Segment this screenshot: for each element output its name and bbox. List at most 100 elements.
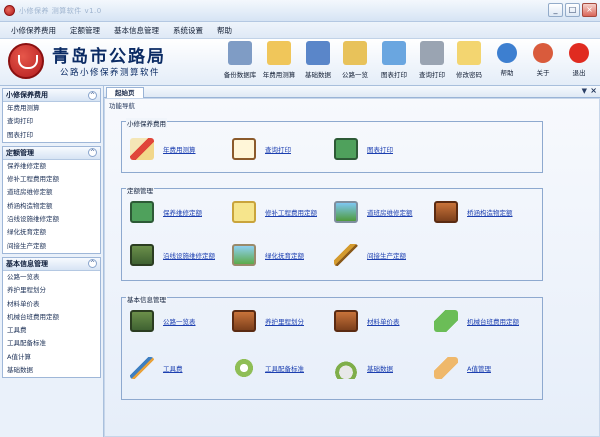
minimize-button[interactable]: _ [548,3,563,17]
tool-basic-data-button[interactable]: 基础数据 [297,41,339,79]
sidebar-item[interactable]: 基础数据 [3,364,100,377]
entry-a-value[interactable]: A值管理 [434,357,491,379]
sidebar-group-quota: 定额管理 ^ 保养维修定额 修补工程费用定额 道班房维修定额 桥涵构造物定额 沿… [2,145,101,254]
entry-mileage-division[interactable]: 养护里程划分 [232,310,304,332]
sidebar-group-maintenance: 小修保养费用 ^ 年费用测算 查询打印 图表打印 [2,88,101,143]
entry-label[interactable]: 工具费 [163,363,183,373]
tab-list-arrow-icon[interactable]: ▼ [582,87,587,95]
menu-help[interactable]: 帮助 [210,25,239,36]
tool-chart-print-button[interactable]: 图表打印 [373,41,415,79]
tool-label: 年费用测算 [262,71,296,79]
entry-basic-data[interactable]: 基础数据 [334,357,393,379]
sidebar-item[interactable]: 修补工程费用定额 [3,173,100,186]
sidebar-group-header[interactable]: 小修保养费用 ^ [3,89,100,102]
collapse-icon[interactable]: ^ [88,259,97,269]
tool-query-print-button[interactable]: 查询打印 [411,41,453,79]
menu-system-settings[interactable]: 系统设置 [166,25,210,36]
sidebar-item[interactable]: 间接生产定额 [3,240,100,253]
entry-label[interactable]: 养护里程划分 [265,316,304,326]
tab-start-page[interactable]: 起始页 [106,87,144,98]
entry-tool-standard[interactable]: 工具配备标准 [232,357,304,379]
diamond-gear-icon [434,310,458,332]
sidebar-item[interactable]: 材料单价表 [3,298,100,311]
exit-icon [569,43,589,63]
collapse-icon[interactable]: ^ [88,90,97,100]
sidebar-item[interactable]: 养护里程划分 [3,284,100,297]
entry-label[interactable]: 修补工程费用定额 [265,207,317,217]
entry-chart-print[interactable]: 图表打印 [334,138,393,160]
close-button[interactable]: × [582,3,597,17]
entry-label[interactable]: 桥涵构造物定额 [467,207,513,217]
entry-label[interactable]: 公路一览表 [163,316,196,326]
sidebar-item[interactable]: 年费用测算 [3,102,100,115]
sidebar-item[interactable]: 机械台班费用定额 [3,311,100,324]
tool-annual-calc-button[interactable]: 年费用测算 [258,41,300,79]
entry-label[interactable]: 绿化抚育定额 [265,250,304,260]
sidebar-item[interactable]: 图表打印 [3,129,100,142]
entry-greening-quota[interactable]: 绿化抚育定额 [232,244,304,266]
entry-machinery-quota[interactable]: 机械台班费用定额 [434,310,519,332]
entry-material-prices[interactable]: 材料单价表 [334,310,400,332]
menu-maintenance-cost[interactable]: 小修保养费用 [4,25,63,36]
calculator-icon [267,41,291,65]
maximize-button[interactable]: □ [565,3,580,17]
entry-label[interactable]: 道班房维修定额 [367,207,413,217]
entry-label[interactable]: A值管理 [467,363,491,373]
entry-annual-calc[interactable]: 年费用测算 [130,138,196,160]
sidebar-group-header[interactable]: 基本信息管理 ^ [3,257,100,271]
sidebar-item[interactable]: 公路一览表 [3,271,100,284]
entry-label[interactable]: 保养维修定额 [163,207,202,217]
entry-label[interactable]: 工具配备标准 [265,363,304,373]
entry-label[interactable]: 查询打印 [265,144,291,154]
tool-label: 查询打印 [419,71,445,79]
sidebar-item[interactable]: 工具配备标准 [3,337,100,350]
tool-exit-button[interactable]: 退出 [558,41,600,77]
entry-indirect-quota[interactable]: 间接生产定额 [334,244,406,266]
entry-label[interactable]: 基础数据 [367,363,393,373]
pencil-ruler-icon [130,138,154,160]
nav-title: 功能导航 [109,102,135,110]
tab-close-icon[interactable]: × [590,86,597,95]
tool-road-list-button[interactable]: 公路一览 [334,41,376,79]
menu-quota-management[interactable]: 定额管理 [63,25,107,36]
entry-query-print[interactable]: 查询打印 [232,138,291,160]
landscape-photo-icon [334,201,358,223]
tool-backup-db-button[interactable]: 备份数据库 [219,41,261,79]
entry-label[interactable]: 沿线设施维修定额 [163,250,215,260]
sidebar-group-basic-info: 基本信息管理 ^ 公路一览表 养护里程划分 材料单价表 机械台班费用定额 工具费… [2,256,101,379]
printer-icon [420,41,444,65]
sidebar-group-header[interactable]: 定额管理 ^ [3,146,100,160]
sidebar-group-title: 基本信息管理 [6,259,48,268]
sidebar-item[interactable]: A值计算 [3,351,100,364]
entry-maintenance-quota[interactable]: 保养维修定额 [130,201,202,223]
help-icon [497,43,517,63]
sidebar-item[interactable]: 道班房维修定额 [3,186,100,199]
entry-label[interactable]: 间接生产定额 [367,250,406,260]
sidebar-item[interactable]: 保养维修定额 [3,160,100,173]
sidebar-item[interactable]: 绿化抚育定额 [3,226,100,239]
entry-label[interactable]: 材料单价表 [367,316,400,326]
collapse-icon[interactable]: ^ [88,148,97,158]
entry-repair-quota[interactable]: 修补工程费用定额 [232,201,317,223]
entry-road-list[interactable]: 公路一览表 [130,310,196,332]
toolbar: 青岛市公路局 公路小修保养测算软件 备份数据库 年费用测算 基础数据 公路一览 … [0,39,600,86]
entry-label[interactable]: 年费用测算 [163,144,196,154]
sidebar-item[interactable]: 工具费 [3,324,100,337]
broom-icon [334,244,358,266]
entry-tool-cost[interactable]: 工具费 [130,357,183,379]
entry-bridge-quota[interactable]: 桥涵构造物定额 [434,201,513,223]
sidebar-item[interactable]: 查询打印 [3,115,100,128]
menu-basic-info[interactable]: 基本信息管理 [107,25,166,36]
main-area: 起始页 ▼ × 功能导航 小修保养费用 年费用测算 查询打印 图表打印 定额管理 [104,86,600,437]
brand-subtitle: 公路小修保养测算软件 [60,68,161,78]
sidebar-item[interactable]: 沿线设施维修定额 [3,213,100,226]
book-icon [130,244,154,266]
entry-label[interactable]: 机械台班费用定额 [467,316,519,326]
sidebar-item[interactable]: 桥涵构造物定额 [3,200,100,213]
entry-facility-quota[interactable]: 沿线设施维修定额 [130,244,215,266]
entry-station-quota[interactable]: 道班房维修定额 [334,201,413,223]
entry-label[interactable]: 图表打印 [367,144,393,154]
window-title: 小修保养 测算软件 v1.0 [19,7,102,15]
database-backup-icon [228,41,252,65]
tool-change-password-button[interactable]: 修改密码 [448,41,490,79]
